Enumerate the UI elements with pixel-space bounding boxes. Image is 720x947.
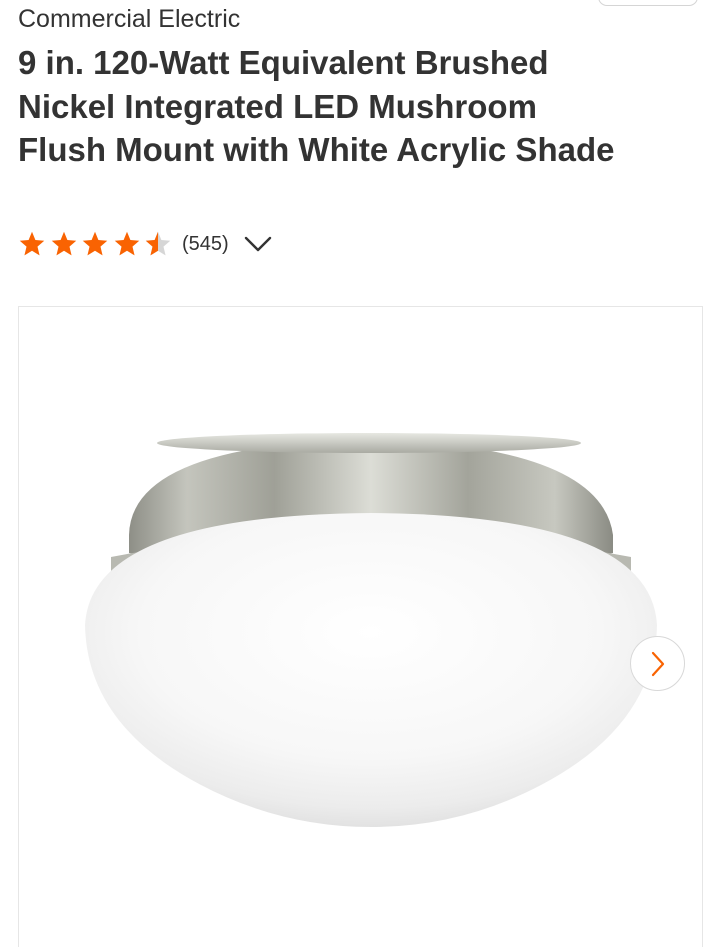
product-title: 9 in. 120-Watt Equivalent Brushed Nickel… (18, 44, 615, 168)
chevron-right-icon (651, 651, 664, 676)
rating-summary[interactable]: (545) (18, 228, 273, 260)
star-icon (19, 231, 45, 256)
star-icon (114, 231, 140, 256)
product-page: Commercial Electric 9 in. 120-Watt Equiv… (0, 0, 720, 947)
next-image-button[interactable] (630, 636, 685, 691)
star-icon (82, 231, 108, 256)
half-star-icon (146, 231, 171, 256)
review-count[interactable]: (545) (182, 233, 229, 256)
chevron-down-icon[interactable] (243, 232, 273, 256)
header-pill-button[interactable] (598, 0, 698, 6)
product-image-gallery[interactable] (18, 306, 703, 947)
star-icon (51, 231, 76, 256)
star-rating (18, 230, 176, 258)
brand-link[interactable]: Commercial Electric (18, 4, 240, 34)
product-image[interactable] (71, 395, 661, 875)
